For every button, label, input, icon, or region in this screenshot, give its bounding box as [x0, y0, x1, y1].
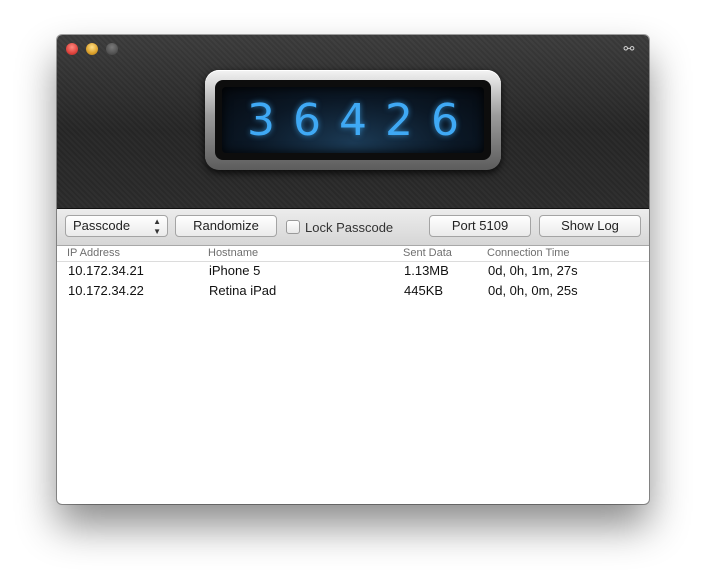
cell-connection-time: 0d, 0h, 1m, 27s	[488, 263, 578, 278]
cell-sent-data: 445KB	[404, 283, 444, 298]
column-header-ip[interactable]: IP Address	[67, 247, 120, 259]
cell-ip: 10.172.34.22	[68, 283, 144, 298]
mode-select[interactable]: Passcode ▲ ▼	[65, 215, 168, 237]
select-arrows-icon: ▲ ▼	[153, 217, 161, 236]
cell-ip: 10.172.34.21	[68, 263, 144, 278]
fullscreen-arrows-icon[interactable]: ⚯	[617, 42, 641, 56]
title-bar: ⚯ 36426	[57, 35, 649, 209]
column-header-hostname[interactable]: Hostname	[208, 247, 258, 259]
zoom-window-button[interactable]	[106, 43, 118, 55]
passcode-screen: 36426	[222, 87, 484, 153]
app-window: ⚯ 36426 Passcode ▲ ▼ Randomize Lock Passc…	[57, 35, 649, 504]
toolbar: Passcode ▲ ▼ Randomize Lock Passcode Port…	[57, 209, 649, 246]
table-row[interactable]: 10.172.34.22 Retina iPad 445KB 0d, 0h, 0…	[57, 282, 649, 302]
show-log-button[interactable]: Show Log	[539, 215, 641, 237]
table-row[interactable]: 10.172.34.21 iPhone 5 1.13MB 0d, 0h, 1m,…	[57, 262, 649, 282]
close-window-button[interactable]	[66, 43, 78, 55]
cell-connection-time: 0d, 0h, 0m, 25s	[488, 283, 578, 298]
passcode-digits: 36426	[247, 94, 477, 146]
mode-select-value: Passcode	[73, 218, 131, 233]
column-header-sent-data[interactable]: Sent Data	[403, 247, 452, 259]
cell-sent-data: 1.13MB	[404, 263, 449, 278]
lock-passcode-checkbox[interactable]	[286, 220, 300, 234]
table-header: IP Address Hostname Sent Data Connection…	[57, 246, 649, 262]
port-button[interactable]: Port 5109	[429, 215, 531, 237]
connections-table: 10.172.34.21 iPhone 5 1.13MB 0d, 0h, 1m,…	[57, 262, 649, 302]
minimize-window-button[interactable]	[86, 43, 98, 55]
cell-hostname: iPhone 5	[209, 263, 261, 278]
cell-hostname: Retina iPad	[209, 283, 277, 298]
column-header-connection-time[interactable]: Connection Time	[487, 247, 570, 259]
lock-passcode-toggle[interactable]: Lock Passcode	[286, 219, 393, 235]
passcode-display: 36426	[205, 70, 501, 170]
lock-passcode-label: Lock Passcode	[305, 219, 394, 235]
randomize-button[interactable]: Randomize	[175, 215, 277, 237]
